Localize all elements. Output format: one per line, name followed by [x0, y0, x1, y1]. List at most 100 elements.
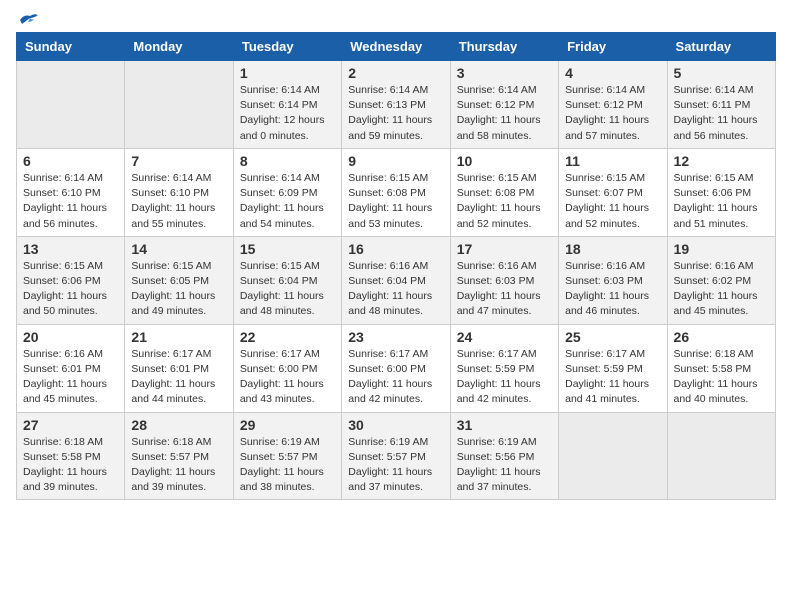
weekday-header-sunday: Sunday	[17, 33, 125, 61]
day-info: Sunrise: 6:17 AM Sunset: 6:00 PM Dayligh…	[240, 347, 335, 408]
calendar-cell: 8Sunrise: 6:14 AM Sunset: 6:09 PM Daylig…	[233, 148, 341, 236]
day-info: Sunrise: 6:14 AM Sunset: 6:10 PM Dayligh…	[131, 171, 226, 232]
day-info: Sunrise: 6:14 AM Sunset: 6:10 PM Dayligh…	[23, 171, 118, 232]
day-info: Sunrise: 6:15 AM Sunset: 6:08 PM Dayligh…	[457, 171, 552, 232]
calendar-cell: 4 Sunrise: 6:14 AM Sunset: 6:12 PM Daylig…	[559, 61, 667, 149]
day-number: 31	[457, 417, 552, 433]
calendar-cell: 30 Sunrise: 6:19 AM Sunset: 5:57 PM Dayli…	[342, 412, 450, 500]
day-info: Sunrise: 6:15 AM Sunset: 6:07 PM Dayligh…	[565, 171, 660, 232]
day-info: Sunrise: 6:16 AM Sunset: 6:02 PM Dayligh…	[674, 259, 769, 320]
day-info: Sunrise: 6:14 AM Sunset: 6:09 PM Dayligh…	[240, 171, 335, 232]
logo-bird-icon	[18, 12, 40, 28]
weekday-header-row: SundayMondayTuesdayWednesdayThursdayFrid…	[17, 33, 776, 61]
calendar-cell: 18 Sunrise: 6:16 AM Sunset: 6:03 PM Dayli…	[559, 236, 667, 324]
day-info: Sunrise: 6:16 AM Sunset: 6:03 PM Dayligh…	[457, 259, 552, 320]
day-number: 13	[23, 241, 118, 257]
calendar-cell: 17 Sunrise: 6:16 AM Sunset: 6:03 PM Dayli…	[450, 236, 558, 324]
weekday-header-saturday: Saturday	[667, 33, 775, 61]
day-number: 9	[348, 153, 443, 169]
calendar-cell: 24 Sunrise: 6:17 AM Sunset: 5:59 PM Dayli…	[450, 324, 558, 412]
calendar-cell: 23 Sunrise: 6:17 AM Sunset: 6:00 PM Dayli…	[342, 324, 450, 412]
calendar-cell: 5 Sunrise: 6:14 AM Sunset: 6:11 PM Daylig…	[667, 61, 775, 149]
day-number: 4	[565, 65, 660, 81]
calendar-cell: 7 Sunrise: 6:14 AM Sunset: 6:10 PM Daylig…	[125, 148, 233, 236]
day-info: Sunrise: 6:14 AM Sunset: 6:12 PM Dayligh…	[565, 83, 660, 144]
day-number: 18	[565, 241, 660, 257]
weekday-header-monday: Monday	[125, 33, 233, 61]
calendar-cell: 13 Sunrise: 6:15 AM Sunset: 6:06 PM Dayli…	[17, 236, 125, 324]
weekday-header-thursday: Thursday	[450, 33, 558, 61]
day-number: 15	[240, 241, 335, 257]
day-info: Sunrise: 6:19 AM Sunset: 5:56 PM Dayligh…	[457, 435, 552, 496]
day-number: 28	[131, 417, 226, 433]
day-info: Sunrise: 6:17 AM Sunset: 5:59 PM Dayligh…	[457, 347, 552, 408]
calendar-cell: 12 Sunrise: 6:15 AM Sunset: 6:06 PM Dayli…	[667, 148, 775, 236]
day-number: 19	[674, 241, 769, 257]
day-number: 17	[457, 241, 552, 257]
calendar-week-row: 13 Sunrise: 6:15 AM Sunset: 6:06 PM Dayli…	[17, 236, 776, 324]
calendar-cell: 3 Sunrise: 6:14 AM Sunset: 6:12 PM Daylig…	[450, 61, 558, 149]
day-number: 23	[348, 329, 443, 345]
day-number: 20	[23, 329, 118, 345]
day-number: 7	[131, 153, 226, 169]
day-number: 3	[457, 65, 552, 81]
day-info: Sunrise: 6:19 AM Sunset: 5:57 PM Dayligh…	[348, 435, 443, 496]
calendar-cell: 19 Sunrise: 6:16 AM Sunset: 6:02 PM Dayli…	[667, 236, 775, 324]
day-info: Sunrise: 6:15 AM Sunset: 6:05 PM Dayligh…	[131, 259, 226, 320]
calendar-cell: 16Sunrise: 6:16 AM Sunset: 6:04 PM Dayli…	[342, 236, 450, 324]
calendar-cell: 6 Sunrise: 6:14 AM Sunset: 6:10 PM Daylig…	[17, 148, 125, 236]
day-number: 14	[131, 241, 226, 257]
day-info: Sunrise: 6:15 AM Sunset: 6:04 PM Dayligh…	[240, 259, 335, 320]
calendar-week-row: 6 Sunrise: 6:14 AM Sunset: 6:10 PM Daylig…	[17, 148, 776, 236]
day-number: 25	[565, 329, 660, 345]
logo	[16, 16, 40, 22]
day-info: Sunrise: 6:19 AM Sunset: 5:57 PM Dayligh…	[240, 435, 335, 496]
calendar-cell: 9 Sunrise: 6:15 AM Sunset: 6:08 PM Daylig…	[342, 148, 450, 236]
day-number: 1	[240, 65, 335, 81]
day-number: 21	[131, 329, 226, 345]
calendar-cell: 26Sunrise: 6:18 AM Sunset: 5:58 PM Dayli…	[667, 324, 775, 412]
day-info: Sunrise: 6:17 AM Sunset: 6:01 PM Dayligh…	[131, 347, 226, 408]
day-number: 6	[23, 153, 118, 169]
calendar-week-row: 1 Sunrise: 6:14 AM Sunset: 6:14 PM Daylig…	[17, 61, 776, 149]
calendar-cell	[667, 412, 775, 500]
day-info: Sunrise: 6:17 AM Sunset: 6:00 PM Dayligh…	[348, 347, 443, 408]
day-info: Sunrise: 6:15 AM Sunset: 6:08 PM Dayligh…	[348, 171, 443, 232]
calendar-cell: 22 Sunrise: 6:17 AM Sunset: 6:00 PM Dayli…	[233, 324, 341, 412]
day-number: 11	[565, 153, 660, 169]
weekday-header-friday: Friday	[559, 33, 667, 61]
day-info: Sunrise: 6:15 AM Sunset: 6:06 PM Dayligh…	[674, 171, 769, 232]
day-number: 22	[240, 329, 335, 345]
day-info: Sunrise: 6:18 AM Sunset: 5:57 PM Dayligh…	[131, 435, 226, 496]
day-number: 2	[348, 65, 443, 81]
day-number: 24	[457, 329, 552, 345]
calendar-week-row: 27Sunrise: 6:18 AM Sunset: 5:58 PM Dayli…	[17, 412, 776, 500]
day-info: Sunrise: 6:18 AM Sunset: 5:58 PM Dayligh…	[674, 347, 769, 408]
calendar-table: SundayMondayTuesdayWednesdayThursdayFrid…	[16, 32, 776, 500]
weekday-header-tuesday: Tuesday	[233, 33, 341, 61]
day-info: Sunrise: 6:16 AM Sunset: 6:03 PM Dayligh…	[565, 259, 660, 320]
page-header	[16, 16, 776, 22]
day-number: 16	[348, 241, 443, 257]
day-info: Sunrise: 6:14 AM Sunset: 6:12 PM Dayligh…	[457, 83, 552, 144]
calendar-cell	[559, 412, 667, 500]
calendar-cell: 21 Sunrise: 6:17 AM Sunset: 6:01 PM Dayli…	[125, 324, 233, 412]
day-number: 10	[457, 153, 552, 169]
weekday-header-wednesday: Wednesday	[342, 33, 450, 61]
day-number: 30	[348, 417, 443, 433]
day-number: 5	[674, 65, 769, 81]
day-number: 12	[674, 153, 769, 169]
calendar-cell: 20Sunrise: 6:16 AM Sunset: 6:01 PM Dayli…	[17, 324, 125, 412]
calendar-cell: 10 Sunrise: 6:15 AM Sunset: 6:08 PM Dayli…	[450, 148, 558, 236]
calendar-cell: 15 Sunrise: 6:15 AM Sunset: 6:04 PM Dayli…	[233, 236, 341, 324]
calendar-cell: 29 Sunrise: 6:19 AM Sunset: 5:57 PM Dayli…	[233, 412, 341, 500]
calendar-cell: 11 Sunrise: 6:15 AM Sunset: 6:07 PM Dayli…	[559, 148, 667, 236]
day-info: Sunrise: 6:14 AM Sunset: 6:14 PM Dayligh…	[240, 83, 335, 144]
calendar-cell: 31 Sunrise: 6:19 AM Sunset: 5:56 PM Dayli…	[450, 412, 558, 500]
calendar-cell: 2Sunrise: 6:14 AM Sunset: 6:13 PM Daylig…	[342, 61, 450, 149]
calendar-cell: 27Sunrise: 6:18 AM Sunset: 5:58 PM Dayli…	[17, 412, 125, 500]
day-info: Sunrise: 6:15 AM Sunset: 6:06 PM Dayligh…	[23, 259, 118, 320]
day-number: 29	[240, 417, 335, 433]
calendar-cell: 1 Sunrise: 6:14 AM Sunset: 6:14 PM Daylig…	[233, 61, 341, 149]
day-info: Sunrise: 6:14 AM Sunset: 6:11 PM Dayligh…	[674, 83, 769, 144]
